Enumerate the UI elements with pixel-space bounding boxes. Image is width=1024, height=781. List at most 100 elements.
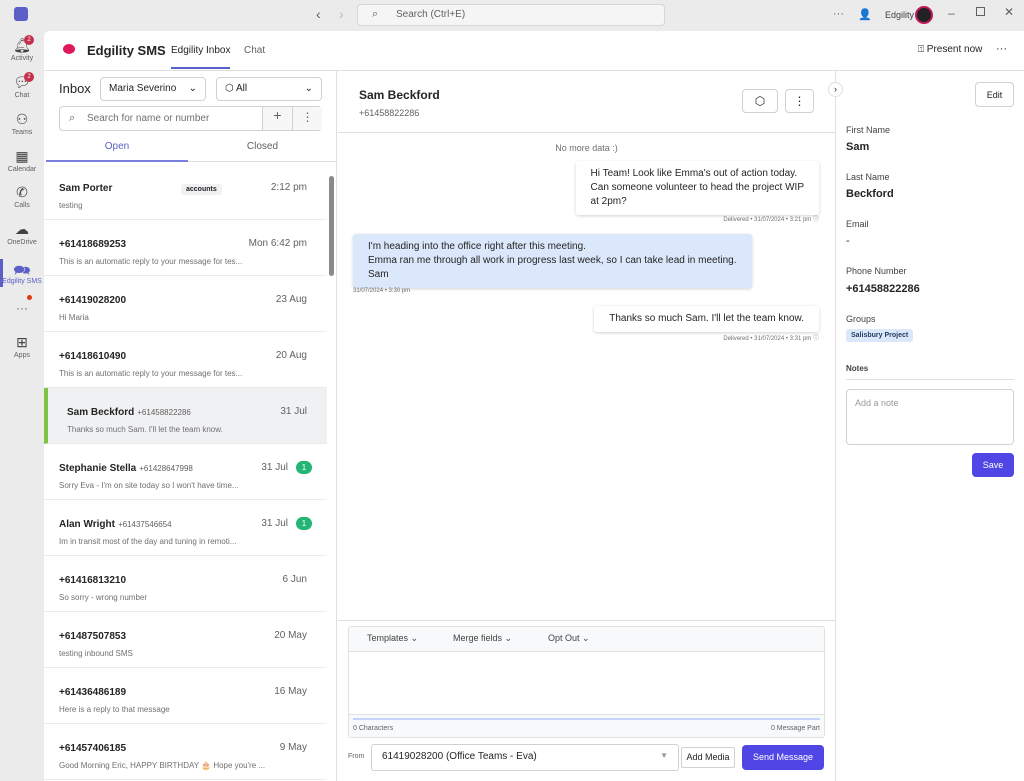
edit-button[interactable]: Edit [975, 82, 1014, 107]
phone-label: Phone Number [846, 266, 907, 276]
scrollbar[interactable] [329, 176, 334, 276]
save-button[interactable]: Save [972, 453, 1014, 477]
from-select[interactable]: 61419028200 (Office Teams - Eva) ▼ [371, 744, 679, 771]
collapse-panel-icon[interactable]: › [828, 82, 843, 97]
user-select[interactable]: Maria Severino ⌄ [100, 77, 206, 101]
contact-name: Sam Beckford [359, 88, 440, 102]
message-meta: Delivered • 31/07/2024 • 3:31 pm ⓘ [723, 333, 819, 342]
first-name-label: First Name [846, 125, 891, 135]
contact-name: +61457406185 [59, 743, 126, 754]
rail-edgility-sms[interactable]: 🗪 Edgility SMS [0, 260, 44, 285]
search-input[interactable]: Search for name or number [87, 113, 209, 124]
group-chip: Salisbury Project [846, 329, 914, 342]
app-rail: 🔔︎ 2 Activity 💬︎ 2 Chat ⚇ Teams ▦ Calendar ✆ Ca… [0, 31, 44, 781]
forward-icon[interactable]: › [339, 6, 344, 22]
tag-filter-select[interactable]: ⬡ All ⌄ [216, 77, 322, 101]
conversation-list-item[interactable]: +61436486189 Here is a reply to that mess… [44, 668, 327, 724]
message-line: Thanks so much Sam. I'll let the team kn… [609, 313, 804, 324]
add-media-button[interactable]: Add Media [681, 747, 735, 768]
message-line: Can someone volunteer to head the projec… [590, 182, 804, 193]
rail-calendar[interactable]: ▦ Calendar [0, 148, 44, 173]
menu-label: Opt Out [548, 633, 580, 643]
message-preview: Sorry Eva - I'm on site today so I won't… [59, 481, 239, 490]
tab-open[interactable]: Open [46, 141, 188, 162]
title-bar: ‹ › ⌕ Search (Ctrl+E) ··· 👤 Edgility – ✕ [0, 0, 1024, 31]
menu-label: Templates [367, 633, 409, 643]
share-icon: ⍐ [918, 44, 927, 55]
bell-icon: 🔔︎ [13, 37, 31, 53]
tab-chat[interactable]: Chat [244, 45, 265, 56]
send-message-button[interactable]: Send Message [742, 745, 824, 770]
info-icon[interactable]: ⓘ [813, 336, 819, 342]
maximize-icon[interactable] [976, 7, 985, 16]
tab-closed[interactable]: Closed [188, 141, 337, 162]
rail-activity[interactable]: 🔔︎ 2 Activity [0, 35, 44, 62]
divider [338, 620, 835, 621]
tab-edgility-inbox[interactable]: Edgility Inbox [171, 45, 231, 69]
conversation-list-item[interactable]: +61457406185 Good Morning Eric, HAPPY BIR… [44, 724, 327, 780]
meta-text: Delivered • 31/07/2024 • 3:21 pm [723, 217, 812, 223]
message-line: Sam [368, 269, 389, 280]
conversation-list-item[interactable]: Alan Wright +61437546654 Im in transit mos… [44, 500, 327, 556]
add-button[interactable]: + [262, 107, 292, 130]
last-name-value: Beckford [846, 188, 894, 200]
contact-name: +61418610490 [59, 351, 126, 362]
email-label: Email [846, 219, 869, 229]
message-preview: This is an automatic reply to your messa… [59, 257, 243, 266]
more-options-icon[interactable]: ⋮ [292, 107, 322, 130]
contact-name: +61487507853 [59, 631, 126, 642]
global-search-input[interactable]: ⌕ Search (Ctrl+E) [357, 4, 665, 26]
last-name-label: Last Name [846, 172, 890, 182]
conversation-list-item[interactable]: Sam Beckford +61458822286 Thanks so much S… [44, 388, 327, 444]
rail-teams[interactable]: ⚇ Teams [0, 111, 44, 136]
conversation-list-item[interactable]: Sam Porter testing 2:12 pm accounts [44, 164, 327, 220]
search-box: ⌕ Search for name or number + ⋮ [59, 106, 322, 131]
present-label: Present now [926, 44, 983, 55]
more-apps-icon[interactable]: ··· [0, 301, 44, 315]
rail-label: OneDrive [7, 239, 37, 246]
conversation-list-item[interactable]: Stephanie Stella +61428647998 Sorry Eva - … [44, 444, 327, 500]
rail-onedrive[interactable]: ☁︎ OneDrive [0, 221, 44, 246]
user-value: Maria Severino [109, 83, 177, 94]
conversation-list-item[interactable]: +61418610490 This is an automatic reply t… [44, 332, 327, 388]
avatar[interactable] [915, 6, 933, 24]
people-icon[interactable]: 👤 [858, 8, 872, 21]
chevron-down-icon: ⌄ [504, 633, 513, 643]
calendar-icon: ▦ [15, 148, 29, 164]
back-icon[interactable]: ‹ [316, 6, 321, 22]
message-textarea[interactable] [349, 651, 824, 715]
opt-out-menu[interactable]: Opt Out ⌄ [548, 633, 590, 644]
more-options-icon[interactable]: ⋮ [785, 89, 814, 113]
divider [338, 132, 835, 133]
phone-text: +61458822286 [137, 408, 191, 417]
rail-label: Apps [14, 352, 30, 359]
name-text: +61418689253 [59, 239, 127, 250]
tag-button[interactable]: ⬡ [742, 89, 778, 113]
message-preview: Here is a reply to that message [59, 705, 170, 714]
conversation-list-item[interactable]: +61419028200 Hi Maria 23 Aug [44, 276, 327, 332]
name-text: Alan Wright [59, 519, 115, 530]
rail-calls[interactable]: ✆ Calls [0, 184, 44, 209]
contact-name: Stephanie Stella +61428647998 [59, 463, 193, 474]
tag-icon: ⬡ [754, 94, 766, 108]
merge-fields-menu[interactable]: Merge fields ⌄ [453, 633, 512, 644]
minimize-icon[interactable]: – [948, 6, 955, 20]
header-more-icon[interactable]: ··· [996, 43, 1007, 55]
notes-textarea[interactable]: Add a note [846, 389, 1014, 445]
message-preview: Im in transit most of the day and tuning… [59, 537, 237, 546]
conversation-list-item[interactable]: +61487507853 testing inbound SMS 20 May [44, 612, 327, 668]
present-now-button[interactable]: ⍐ Present now [918, 44, 982, 55]
chevron-down-icon: ⌄ [410, 633, 419, 643]
info-icon[interactable]: ⓘ [813, 217, 819, 223]
inbox-title: Inbox [59, 81, 91, 96]
timestamp: 31 Jul [280, 406, 307, 417]
conversation-list-item[interactable]: +61418689253 This is an automatic reply t… [44, 220, 327, 276]
templates-menu[interactable]: Templates ⌄ [367, 633, 418, 644]
rail-apps[interactable]: ⊞ Apps [0, 334, 44, 359]
close-icon[interactable]: ✕ [1004, 5, 1014, 19]
conversation-list-item[interactable]: +61416813210 So sorry - wrong number 6 Jun [44, 556, 327, 612]
conversation-list: Sam Porter testing 2:12 pm accounts +6141868… [44, 164, 327, 781]
contact-name: Sam Beckford +61458822286 [67, 407, 191, 418]
rail-chat[interactable]: 💬︎ 2 Chat [0, 72, 44, 99]
more-icon[interactable]: ··· [833, 8, 844, 20]
